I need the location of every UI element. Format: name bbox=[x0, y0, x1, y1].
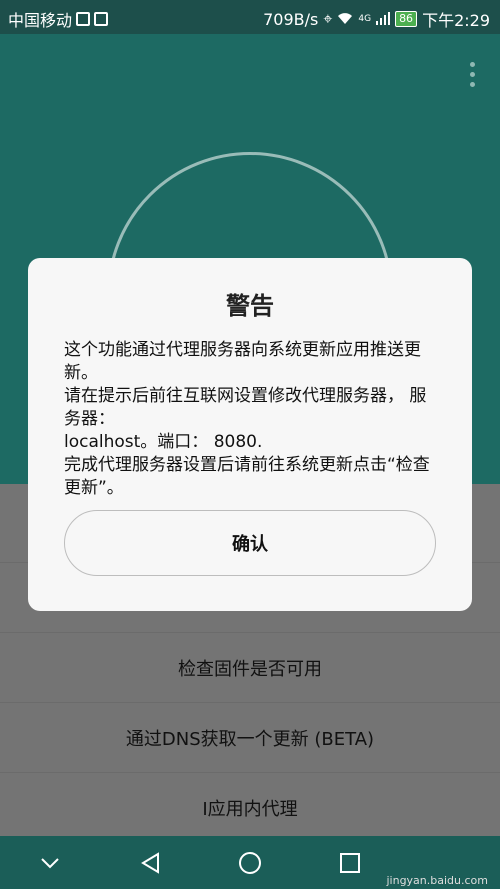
network-speed: 709B/s bbox=[263, 9, 319, 29]
network-type: 4G bbox=[358, 14, 372, 24]
wifi-icon bbox=[337, 10, 353, 29]
more-vert-icon[interactable] bbox=[470, 62, 476, 87]
list-item-dns-update[interactable]: 通过DNS获取一个更新 (BETA) bbox=[0, 702, 500, 773]
carrier-name: 中国移动 bbox=[8, 11, 73, 30]
battery-level: 86 bbox=[395, 11, 418, 27]
home-icon[interactable] bbox=[230, 843, 270, 883]
back-icon[interactable] bbox=[130, 843, 170, 883]
list-item-label: 通过DNS获取一个更新 (BETA) bbox=[125, 729, 375, 750]
recents-icon[interactable] bbox=[330, 843, 370, 883]
status-bar: 中国移动 709B/s ⌖ 4G 86 下午2:29 bbox=[0, 0, 500, 34]
location-icon: ⌖ bbox=[323, 9, 333, 28]
list-item-label: I应用内代理 bbox=[202, 799, 298, 820]
dialog-title: 警告 bbox=[226, 292, 274, 320]
image-notification-icon bbox=[94, 12, 109, 26]
status-right: 709B/s ⌖ 4G 86 下午2:29 bbox=[263, 7, 490, 31]
chevron-down-icon[interactable] bbox=[30, 843, 70, 883]
list-item-label: 检查固件是否可用 bbox=[178, 659, 322, 680]
notification-icon bbox=[76, 12, 91, 26]
dialog-message: 这个功能通过代理服务器向系统更新应用推送更新。 请在提示后前往互联网设置修改代理… bbox=[64, 340, 430, 498]
signal-icon bbox=[376, 10, 391, 29]
watermark: jingyan.baidu.com bbox=[386, 874, 488, 887]
status-left: 中国移动 bbox=[8, 7, 109, 31]
list-item-check-firmware[interactable]: 检查固件是否可用 bbox=[0, 632, 500, 703]
list-item-in-app-proxy[interactable]: I应用内代理 bbox=[0, 772, 500, 843]
warning-dialog: 警告 这个功能通过代理服务器向系统更新应用推送更新。 请在提示后前往互联网设置修… bbox=[28, 258, 472, 611]
confirm-button[interactable]: 确认 bbox=[64, 510, 436, 576]
clock: 下午2:29 bbox=[422, 11, 490, 30]
